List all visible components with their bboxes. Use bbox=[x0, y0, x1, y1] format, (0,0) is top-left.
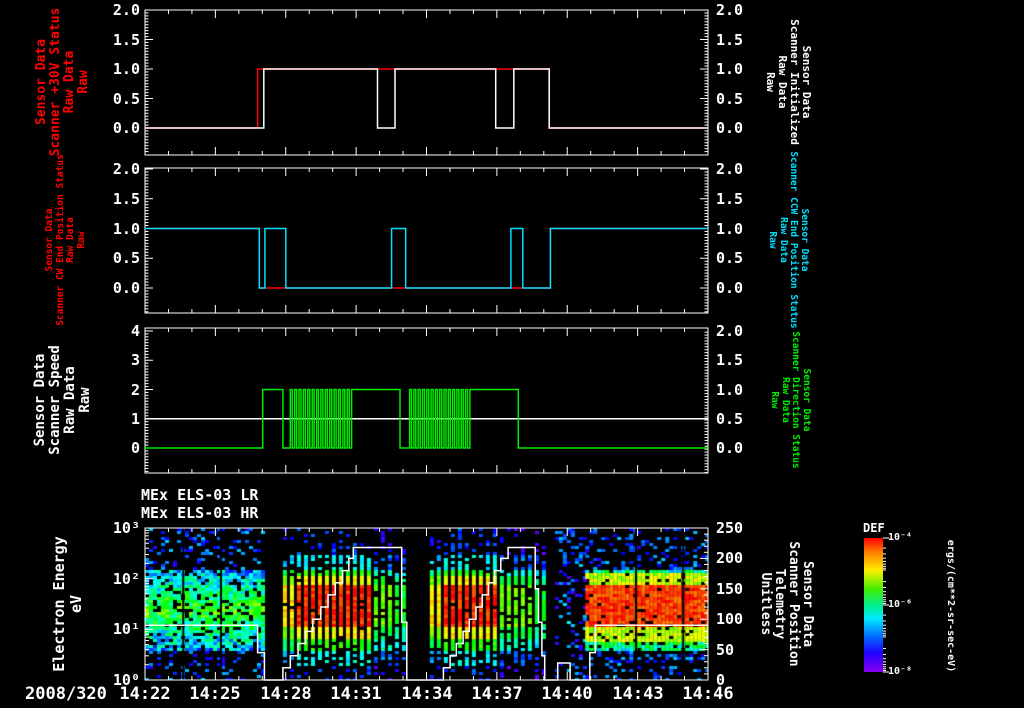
spectrogram-position-tick-label: 150 bbox=[716, 580, 743, 598]
y-tick-label-right: 1.0 bbox=[716, 220, 743, 238]
spectrogram-title-lr: MEx ELS-03 LR bbox=[141, 486, 258, 504]
els-quicklook-plot: Sensor Data Scanner +30V Status Raw Data… bbox=[0, 0, 1024, 708]
panel1-right-axis-label: Sensor Data Scanner Initialized Raw Data… bbox=[764, 19, 812, 145]
scanner-initialized-line bbox=[145, 69, 708, 128]
y-tick-label-right: 1.5 bbox=[716, 31, 743, 49]
y-tick-label-left: 2 bbox=[92, 381, 140, 399]
x-tick-label: 14:34 bbox=[392, 684, 462, 704]
panel3-left-axis-label: Sensor Data Scanner Speed Raw Data Raw bbox=[33, 345, 93, 455]
panel3-right-axis-label: Sensor Data Scanner Direction Status Raw… bbox=[769, 331, 811, 468]
panel1-left-axis-label: Sensor Data Scanner +30V Status Raw Data… bbox=[35, 8, 91, 157]
y-tick-label-left: 2.0 bbox=[92, 1, 140, 19]
scanner-direction-status-line bbox=[145, 390, 708, 449]
x-tick-label: 14:28 bbox=[251, 684, 321, 704]
spectrogram-position-tick-label: 200 bbox=[716, 549, 743, 567]
y-tick-label-right: 1.0 bbox=[716, 381, 743, 399]
spectrogram-energy-tick-label: 10² bbox=[92, 570, 140, 588]
y-tick-label-left: 3 bbox=[92, 351, 140, 369]
y-tick-label-right: 2.0 bbox=[716, 160, 743, 178]
y-tick-label-right: 1.5 bbox=[716, 190, 743, 208]
scanner-cw-end-position-line bbox=[145, 229, 708, 289]
colorbar-unit-label: ergs/(cm**2-sr-sec-eV) bbox=[945, 540, 955, 672]
x-tick-label: 14:25 bbox=[180, 684, 250, 704]
x-tick-label: 14:43 bbox=[603, 684, 673, 704]
y-tick-label-right: 0.0 bbox=[716, 279, 743, 297]
y-tick-label-left: 1.5 bbox=[92, 190, 140, 208]
x-tick-label: 14:22 bbox=[110, 684, 180, 704]
spectrogram-energy-tick-label: 10¹ bbox=[92, 620, 140, 638]
spectrogram-canvas bbox=[145, 528, 708, 680]
x-tick-label: 14:37 bbox=[462, 684, 532, 704]
y-tick-label-right: 0.5 bbox=[716, 249, 743, 267]
colorbar-tick-label: 10⁻⁸ bbox=[888, 666, 912, 677]
y-tick-label-left: 2.0 bbox=[92, 160, 140, 178]
spectrogram-position-tick-label: 100 bbox=[716, 610, 743, 628]
plot-border bbox=[145, 168, 708, 313]
y-tick-label-left: 1.5 bbox=[92, 31, 140, 49]
panel2-left-axis-label: Sensor Data Scanner CW End Position Stat… bbox=[45, 154, 87, 326]
y-tick-label-left: 0.5 bbox=[92, 90, 140, 108]
colorbar-gradient bbox=[864, 538, 883, 672]
colorbar-tick-label: 10⁻⁴ bbox=[888, 532, 912, 543]
y-tick-label-left: 0 bbox=[92, 439, 140, 457]
y-tick-label-right: 0.0 bbox=[716, 439, 743, 457]
spectrogram-position-tick-label: 250 bbox=[716, 519, 743, 537]
y-tick-label-left: 1.0 bbox=[92, 220, 140, 238]
spectrogram-position-tick-label: 50 bbox=[716, 641, 734, 659]
colorbar-title: DEF bbox=[863, 521, 885, 535]
spectrogram-right-axis-label: Sensor Data Scanner Position Telemetry U… bbox=[758, 541, 814, 666]
y-tick-label-right: 0.5 bbox=[716, 410, 743, 428]
y-tick-label-right: 0.0 bbox=[716, 119, 743, 137]
scanner-ccw-end-position-line bbox=[145, 229, 708, 289]
y-tick-label-right: 1.0 bbox=[716, 60, 743, 78]
plot-border bbox=[145, 10, 708, 155]
plot-border bbox=[145, 328, 708, 473]
y-tick-label-right: 2.0 bbox=[716, 1, 743, 19]
y-tick-label-left: 4 bbox=[92, 322, 140, 340]
spectrogram-title-hr: MEx ELS-03 HR bbox=[141, 504, 258, 522]
x-tick-label: 14:46 bbox=[673, 684, 743, 704]
y-tick-label-right: 0.5 bbox=[716, 90, 743, 108]
y-tick-label-left: 0.5 bbox=[92, 249, 140, 267]
y-tick-label-left: 0.0 bbox=[92, 279, 140, 297]
x-tick-label: 14:31 bbox=[321, 684, 391, 704]
x-tick-label: 14:40 bbox=[532, 684, 602, 704]
y-tick-label-right: 1.5 bbox=[716, 351, 743, 369]
y-tick-label-left: 0.0 bbox=[92, 119, 140, 137]
colorbar-tick-label: 10⁻⁶ bbox=[888, 599, 912, 610]
y-tick-label-left: 1 bbox=[92, 410, 140, 428]
y-tick-label-right: 2.0 bbox=[716, 322, 743, 340]
spectrogram-left-axis-label: Electron Energy eV bbox=[51, 536, 85, 671]
scanner-30v-status-line bbox=[145, 69, 708, 128]
y-tick-label-left: 1.0 bbox=[92, 60, 140, 78]
panel2-right-axis-label: Sensor Data Scanner CCW End Position Sta… bbox=[767, 151, 809, 328]
spectrogram-energy-tick-label: 10³ bbox=[92, 519, 140, 537]
